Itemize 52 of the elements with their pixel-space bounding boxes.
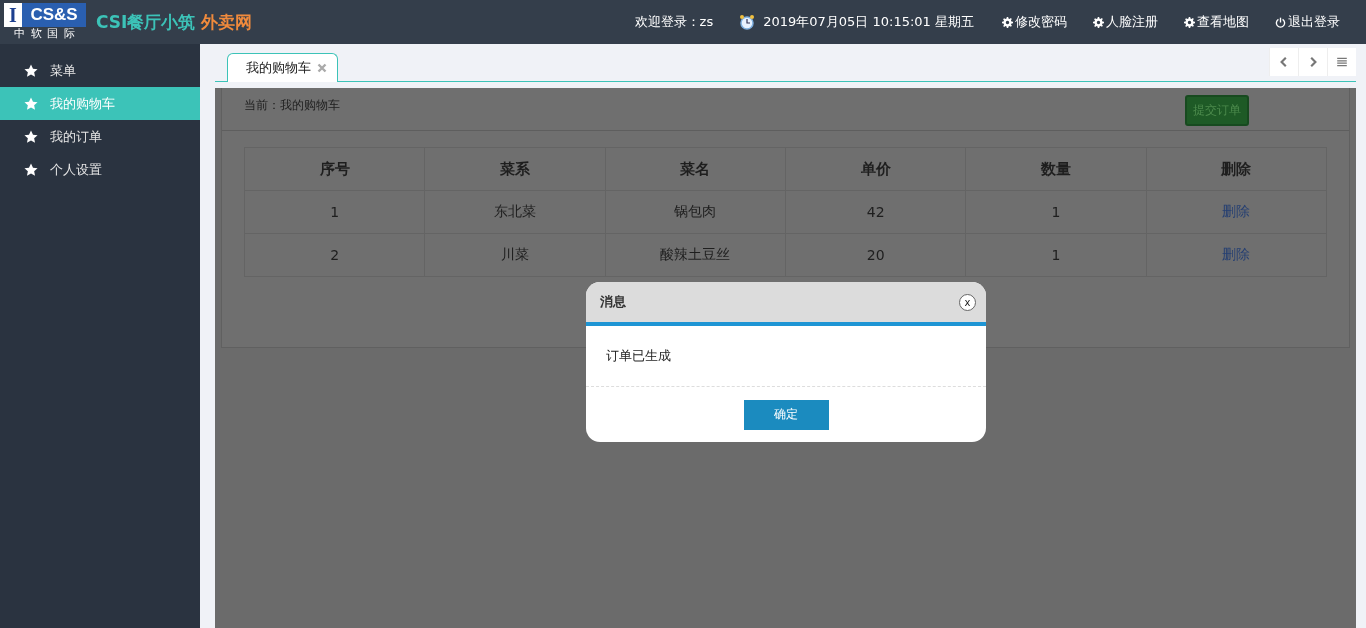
star-icon — [24, 129, 38, 144]
chevron-left-icon — [1278, 56, 1290, 68]
site-name: CSI餐厅小筑 — [96, 10, 196, 34]
column-header: 菜系 — [424, 147, 606, 191]
gear-icon — [1184, 16, 1195, 28]
logo-subtitle: 中 软 国 际 — [13, 27, 77, 41]
tab-menu-button[interactable] — [1327, 48, 1356, 76]
header-link[interactable]: 修改密码 — [1002, 13, 1067, 31]
scroll-left-button[interactable] — [1269, 48, 1298, 76]
chevron-right-icon — [1307, 56, 1319, 68]
sidebar-item[interactable]: 个人设置 — [0, 153, 200, 186]
column-header: 菜名 — [605, 147, 786, 191]
star-icon — [24, 63, 38, 78]
table-cell: 2 — [244, 233, 425, 277]
table-cell: 1 — [965, 233, 1147, 277]
table-cell: 1 — [244, 190, 425, 234]
header-link[interactable]: 退出登录 — [1275, 13, 1340, 31]
logo-brand: CS&S — [22, 3, 86, 27]
column-header: 单价 — [785, 147, 966, 191]
dialog-title: 消息 — [600, 293, 626, 311]
close-button[interactable]: x — [959, 293, 976, 311]
breadcrumb: 当前：我的购物车 — [244, 97, 340, 114]
gear-icon — [1002, 16, 1013, 28]
table-cell: 锅包肉 — [605, 190, 786, 234]
power-icon — [1275, 16, 1286, 28]
logo-mark: I — [4, 3, 22, 27]
sidebar-item[interactable]: 我的订单 — [0, 120, 200, 153]
star-icon — [24, 96, 38, 111]
header-link[interactable]: 人脸注册 — [1093, 13, 1158, 31]
sidebar-item[interactable]: 菜单 — [0, 54, 200, 87]
confirm-button[interactable]: 确定 — [743, 399, 829, 430]
header-link[interactable]: 查看地图 — [1184, 13, 1249, 31]
table-cell: 42 — [785, 190, 966, 234]
column-header: 删除 — [1146, 147, 1327, 191]
dialog-message: 订单已生成 — [586, 326, 986, 387]
table-cell: 东北菜 — [424, 190, 606, 234]
tab[interactable]: 我的购物车 — [227, 53, 338, 82]
welcome-text: 欢迎登录：zs — [634, 13, 714, 31]
gear-icon — [1093, 16, 1104, 28]
table-cell: 20 — [785, 233, 966, 277]
close-icon[interactable] — [317, 63, 327, 73]
star-icon — [24, 162, 38, 177]
date-time: 2019年07月05日 10:15:01 星期五 — [763, 13, 974, 31]
table-cell: 川菜 — [424, 233, 606, 277]
alarm-clock-icon — [739, 14, 756, 30]
site-suffix: 外卖网 — [201, 10, 253, 34]
list-icon — [1336, 56, 1348, 68]
scroll-right-button[interactable] — [1298, 48, 1327, 76]
table-cell: 酸辣土豆丝 — [605, 233, 786, 277]
column-header: 数量 — [965, 147, 1147, 191]
column-header: 序号 — [244, 147, 425, 191]
table-cell: 1 — [965, 190, 1147, 234]
